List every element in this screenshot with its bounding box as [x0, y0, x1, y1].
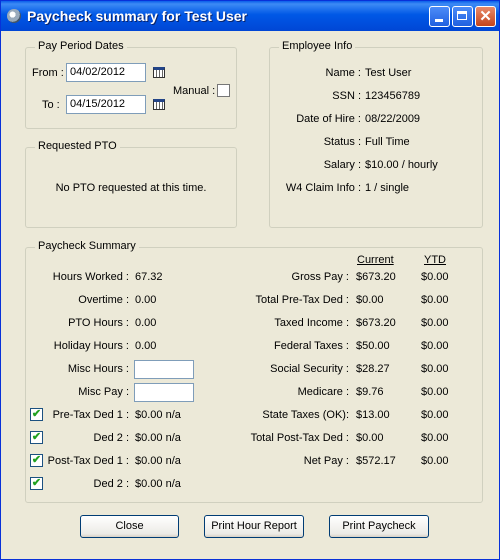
close-window-button[interactable]: ✕	[475, 6, 496, 27]
post-tax-ded2-value: $0.00 n/a	[135, 478, 181, 490]
employee-name-value: Test User	[365, 67, 412, 79]
total-pre-tax-ded-ytd: $0.00	[421, 294, 449, 306]
social-security-label: Social Security :	[270, 363, 349, 375]
employee-ssn-value: 123456789	[365, 90, 421, 102]
app-icon	[7, 9, 21, 23]
maximize-button[interactable]	[452, 6, 473, 27]
post-tax-ded1-label: Post-Tax Ded 1 :	[47, 455, 129, 467]
total-post-tax-ded-current: $0.00	[356, 432, 384, 444]
from-date-field[interactable]: 04/02/2012	[66, 63, 146, 82]
taxed-income-current: $673.20	[356, 317, 396, 329]
overtime-label: Overtime :	[78, 294, 129, 306]
pto-hours-label: PTO Hours :	[68, 317, 129, 329]
manual-checkbox[interactable]	[217, 84, 230, 97]
employee-ssn-label: SSN :	[332, 90, 361, 102]
employee-info-legend: Employee Info	[279, 40, 356, 52]
social-security-current: $28.27	[356, 363, 390, 375]
to-label: To :	[42, 99, 60, 111]
w4-claim-label: W4 Claim Info :	[285, 182, 361, 194]
salary-value: $10.00 / hourly	[365, 159, 438, 171]
pto-message: No PTO requested at this time.	[55, 182, 207, 194]
federal-taxes-ytd: $0.00	[421, 340, 449, 352]
misc-hours-input[interactable]	[134, 360, 194, 379]
pre-tax-ded1-value: $0.00 n/a	[135, 409, 181, 421]
minimize-button[interactable]	[429, 6, 450, 27]
misc-pay-input[interactable]	[134, 383, 194, 402]
total-pre-tax-ded-label: Total Pre-Tax Ded :	[255, 294, 349, 306]
gross-pay-ytd: $0.00	[421, 271, 449, 283]
taxed-income-ytd: $0.00	[421, 317, 449, 329]
manual-label: Manual :	[173, 85, 216, 97]
federal-taxes-current: $50.00	[356, 340, 390, 352]
total-post-tax-ded-label: Total Post-Tax Ded :	[250, 432, 349, 444]
status-label: Status :	[323, 136, 361, 148]
post-tax-ded2-label: Ded 2 :	[93, 478, 129, 490]
overtime-value: 0.00	[135, 294, 157, 306]
pre-tax-ded1-label: Pre-Tax Ded 1 :	[52, 409, 129, 421]
net-pay-ytd: $0.00	[421, 455, 449, 467]
hours-worked-value: 67.32	[135, 271, 163, 283]
social-security-ytd: $0.00	[421, 363, 449, 375]
from-label: From :	[32, 67, 64, 79]
net-pay-label: Net Pay :	[303, 455, 349, 467]
post-tax-ded1-value: $0.00 n/a	[135, 455, 181, 467]
medicare-label: Medicare :	[297, 386, 349, 398]
medicare-ytd: $0.00	[421, 386, 449, 398]
current-column-header: Current	[357, 254, 394, 266]
w4-claim-value: 1 / single	[365, 182, 410, 194]
total-post-tax-ded-ytd: $0.00	[421, 432, 449, 444]
holiday-hours-value: 0.00	[135, 340, 157, 352]
pre-tax-ded2-label: Ded 2 :	[93, 432, 129, 444]
salary-label: Salary :	[323, 159, 361, 171]
pay-period-legend: Pay Period Dates	[35, 40, 127, 52]
date-of-hire-value: 08/22/2009	[365, 113, 421, 125]
date-of-hire-label: Date of Hire :	[296, 113, 361, 125]
holiday-hours-label: Holiday Hours :	[53, 340, 129, 352]
print-paycheck-button[interactable]: Print Paycheck	[329, 515, 429, 538]
gross-pay-current: $673.20	[356, 271, 396, 283]
paycheck-summary-window: Paycheck summary for Test User ✕ Pay Per…	[0, 0, 500, 560]
misc-pay-label: Misc Pay :	[78, 386, 129, 398]
to-date-field[interactable]: 04/15/2012	[66, 95, 146, 114]
title-bar[interactable]: Paycheck summary for Test User ✕	[1, 1, 499, 31]
from-calendar-icon[interactable]	[153, 67, 165, 78]
close-button[interactable]: Close	[80, 515, 179, 538]
net-pay-current: $572.17	[356, 455, 396, 467]
status-value: Full Time	[365, 136, 410, 148]
window-title: Paycheck summary for Test User	[27, 8, 247, 24]
state-taxes-current: $13.00	[356, 409, 390, 421]
to-calendar-icon[interactable]	[153, 99, 165, 110]
hours-worked-label: Hours Worked :	[52, 271, 129, 283]
taxed-income-label: Taxed Income :	[274, 317, 349, 329]
gross-pay-label: Gross Pay :	[291, 271, 349, 283]
employee-name-label: Name :	[325, 67, 361, 79]
misc-hours-label: Misc Hours :	[67, 363, 129, 375]
pre-tax-ded2-value: $0.00 n/a	[135, 432, 181, 444]
total-pre-tax-ded-current: $0.00	[356, 294, 384, 306]
paycheck-summary-legend: Paycheck Summary	[35, 240, 139, 252]
pto-hours-value: 0.00	[135, 317, 157, 329]
medicare-current: $9.76	[356, 386, 384, 398]
state-taxes-ytd: $0.00	[421, 409, 449, 421]
federal-taxes-label: Federal Taxes :	[273, 340, 349, 352]
ytd-column-header: YTD	[424, 254, 446, 266]
print-hour-report-button[interactable]: Print Hour Report	[204, 515, 304, 538]
state-taxes-label: State Taxes (OK):	[262, 409, 349, 421]
requested-pto-legend: Requested PTO	[35, 140, 120, 152]
